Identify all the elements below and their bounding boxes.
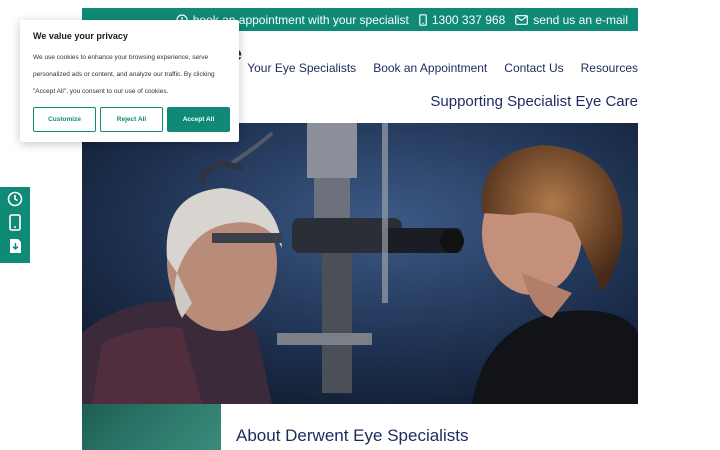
side-phone-button[interactable] [4,214,26,236]
accept-all-button[interactable]: Accept All [167,107,230,132]
main-nav: Your Eye Specialists Book an Appointment… [247,61,638,75]
cookie-title: We value your privacy [33,31,128,41]
about-decorative-block [82,404,221,450]
mobile-phone-icon [419,13,427,26]
cookie-description: We use cookies to enhance your browsing … [33,54,215,95]
hero-image [82,123,638,404]
envelope-icon [515,14,529,25]
side-clock-button[interactable] [4,191,26,213]
nav-item-book-appointment[interactable]: Book an Appointment [373,61,487,75]
side-quick-tools [0,187,30,263]
tagline: Supporting Specialist Eye Care [430,93,638,110]
phone-icon [9,214,21,236]
side-download-button[interactable] [4,237,26,259]
nav-item-resources[interactable]: Resources [581,61,638,75]
download-icon [9,238,22,259]
about-heading: About Derwent Eye Specialists [236,426,469,445]
cookie-consent-banner: We value your privacy We use cookies to … [20,20,239,142]
email-link[interactable]: send us an e-mail [515,13,628,27]
page: book an appointment with your specialist… [0,0,720,450]
nav-item-your-eye-specialists[interactable]: Your Eye Specialists [247,61,356,75]
phone-link[interactable]: 1300 337 968 [419,13,505,27]
phone-number: 1300 337 968 [431,12,506,27]
cookie-buttons: Customize Reject All Accept All [33,107,230,132]
nav-item-contact-us[interactable]: Contact Us [504,61,563,75]
reject-all-button[interactable]: Reject All [100,107,163,132]
email-text: send us an e-mail [533,12,628,27]
customize-button[interactable]: Customize [33,107,96,132]
clock-icon [7,191,23,212]
